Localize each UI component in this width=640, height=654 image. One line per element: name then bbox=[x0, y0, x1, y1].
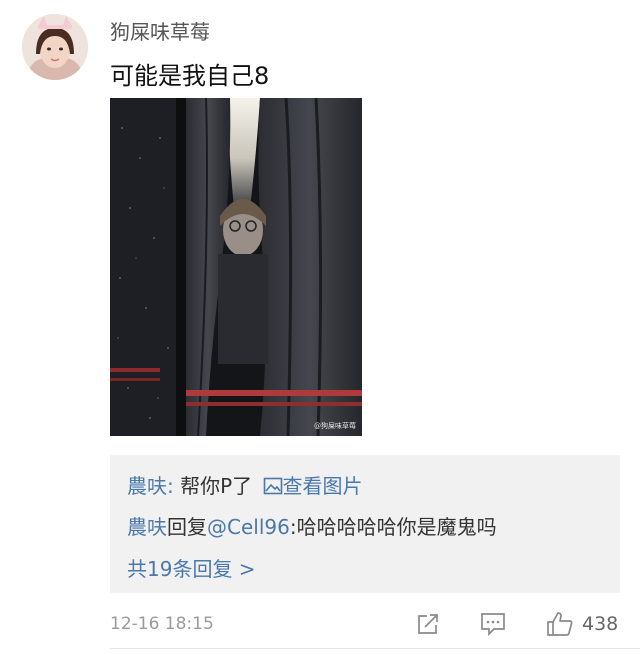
comment-timestamp: 12-16 18:15 bbox=[110, 614, 214, 634]
reply-mention[interactable]: @Cell96 bbox=[207, 515, 290, 539]
thumbs-up-icon[interactable] bbox=[546, 611, 574, 641]
image-icon bbox=[263, 476, 283, 500]
reply-action: 回复 bbox=[167, 515, 207, 539]
divider bbox=[110, 648, 640, 649]
more-replies-link[interactable]: 共19条回复 > bbox=[127, 553, 256, 582]
replies-box: 農呋: 帮你P了 查看图片 農呋回复@Cell96:哈哈哈哈哈你是魔鬼吗 共19… bbox=[110, 455, 620, 593]
comment-text: 可能是我自己8 bbox=[110, 62, 270, 90]
photo-image bbox=[110, 98, 362, 436]
reply-item: 農呋: 帮你P了 查看图片 bbox=[127, 470, 363, 500]
photo-watermark: @狗屎味草莓 bbox=[314, 422, 356, 430]
reply-item: 農呋回复@Cell96:哈哈哈哈哈你是魔鬼吗 bbox=[127, 511, 497, 540]
reply-text: 帮你P了 bbox=[180, 474, 253, 498]
reply-username[interactable]: 農呋: bbox=[127, 474, 174, 498]
view-image-label: 查看图片 bbox=[282, 474, 363, 498]
reply-text: :哈哈哈哈哈你是魔鬼吗 bbox=[289, 515, 497, 539]
share-icon[interactable] bbox=[416, 612, 440, 640]
like-count: 438 bbox=[582, 613, 619, 635]
avatar[interactable] bbox=[22, 14, 88, 80]
reply-username[interactable]: 農呋 bbox=[127, 515, 167, 539]
comment-footer: 12-16 18:15 438 bbox=[110, 612, 620, 638]
comment-icon[interactable] bbox=[480, 612, 506, 640]
comment-username[interactable]: 狗屎味草莓 bbox=[110, 16, 210, 45]
view-image-link[interactable]: 查看图片 bbox=[263, 474, 363, 498]
comment-photo[interactable]: @狗屎味草莓 bbox=[110, 98, 362, 436]
avatar-image bbox=[22, 14, 88, 80]
